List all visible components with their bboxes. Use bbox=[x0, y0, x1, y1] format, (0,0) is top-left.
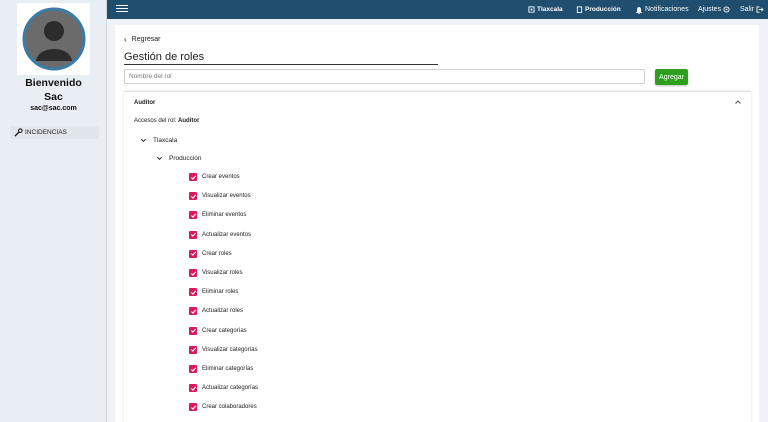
check-icon bbox=[190, 347, 196, 353]
permission-checkbox[interactable] bbox=[189, 403, 197, 412]
check-icon bbox=[190, 232, 196, 237]
tree-node-label: Tlaxcala bbox=[153, 137, 178, 144]
permission-label: Crear categorías bbox=[202, 327, 247, 334]
permission-item[interactable]: Visualizar categorías bbox=[189, 345, 258, 355]
permission-checkbox[interactable] bbox=[189, 230, 197, 239]
check-icon bbox=[190, 405, 196, 410]
role-panel: Auditor Accesos del rol: Auditor Tlaxcal… bbox=[124, 91, 751, 422]
chevron-down-icon bbox=[140, 138, 147, 143]
permission-item[interactable]: Actualizar eventos bbox=[189, 230, 251, 240]
permission-item[interactable]: Crear colaboradores bbox=[189, 402, 257, 412]
permission-item[interactable]: Actualizar roles bbox=[189, 306, 243, 316]
sidebar-item-label: INCIDENCIAS bbox=[25, 129, 67, 136]
permission-label: Eliminar roles bbox=[202, 289, 239, 296]
permission-item[interactable]: Crear categorías bbox=[189, 326, 247, 336]
user-avatar-icon bbox=[22, 7, 85, 71]
role-access-line: Accesos del rol: Auditor bbox=[134, 118, 199, 124]
permission-item[interactable]: Eliminar eventos bbox=[189, 210, 246, 220]
avatar bbox=[17, 3, 90, 75]
check-icon bbox=[190, 175, 196, 180]
role-panel-header[interactable]: Auditor bbox=[124, 92, 751, 114]
main-card: ‹ Regresar Gestión de roles Agregar Audi… bbox=[115, 25, 759, 422]
permission-label: Eliminar eventos bbox=[202, 212, 247, 219]
chevron-up-icon[interactable] bbox=[734, 98, 742, 106]
permission-checkbox[interactable] bbox=[189, 192, 197, 201]
back-link[interactable]: ‹ Regresar bbox=[124, 35, 160, 44]
logout-icon bbox=[756, 6, 764, 13]
nav-label: Salir bbox=[740, 6, 755, 13]
nav-ajustes[interactable]: Ajustes bbox=[698, 0, 732, 19]
check-icon bbox=[190, 367, 196, 372]
permission-label: Crear eventos bbox=[202, 174, 240, 180]
gear-icon bbox=[723, 6, 730, 13]
top-navbar: Tlaxcala Producción Notificaciones Ajust… bbox=[107, 0, 768, 19]
permission-item[interactable]: Eliminar roles bbox=[189, 287, 238, 297]
tree-node-label: Producción bbox=[169, 155, 202, 162]
permission-label: Actualizar roles bbox=[202, 308, 244, 315]
tree-node-tlaxcala[interactable]: Tlaxcala bbox=[140, 137, 177, 144]
permission-label: Actualizar categorías bbox=[202, 385, 259, 392]
wrench-icon bbox=[14, 128, 23, 137]
bell-icon bbox=[636, 6, 642, 14]
permission-checkbox[interactable] bbox=[189, 345, 197, 354]
permission-checkbox[interactable] bbox=[189, 173, 197, 181]
permission-item[interactable]: Actualizar categorías bbox=[189, 383, 258, 393]
permission-label: Visualizar eventos bbox=[202, 193, 251, 200]
permission-checkbox[interactable] bbox=[189, 211, 197, 220]
permission-label: Visualizar categorías bbox=[202, 346, 258, 353]
nav-tlaxcala[interactable]: Tlaxcala bbox=[528, 0, 563, 19]
add-role-button[interactable]: Agregar bbox=[655, 69, 688, 85]
permission-checkbox[interactable] bbox=[189, 326, 197, 335]
check-icon bbox=[190, 386, 196, 391]
check-icon bbox=[190, 251, 196, 257]
back-label: Regresar bbox=[131, 36, 161, 43]
tree-node-produccion[interactable]: Producción bbox=[156, 155, 202, 162]
permission-item[interactable]: Visualizar eventos bbox=[189, 191, 251, 201]
permission-item[interactable]: Visualizar roles bbox=[189, 268, 243, 278]
hamburger-menu-button[interactable] bbox=[116, 3, 128, 15]
access-prefix: Accesos del rol: bbox=[134, 118, 177, 124]
chevron-left-icon: ‹ bbox=[124, 35, 127, 44]
nav-label: Producción bbox=[585, 6, 621, 13]
building-icon bbox=[528, 6, 535, 13]
role-name-input[interactable] bbox=[124, 69, 645, 84]
sidebar-item-incidencias[interactable]: INCIDENCIAS bbox=[10, 126, 99, 139]
nav-label: Notificaciones bbox=[645, 6, 689, 13]
check-icon bbox=[190, 271, 196, 276]
permission-label: Visualizar roles bbox=[202, 270, 243, 276]
page-title: Gestión de roles bbox=[124, 51, 205, 63]
nav-produccion[interactable]: Producción bbox=[576, 0, 621, 19]
permission-label: Crear colaboradores bbox=[202, 404, 257, 411]
permission-item[interactable]: Crear roles bbox=[189, 249, 232, 259]
permission-checkbox[interactable] bbox=[189, 307, 197, 316]
nav-notificaciones[interactable]: Notificaciones bbox=[635, 0, 689, 19]
permission-label: Eliminar categorías bbox=[202, 366, 254, 372]
permission-checkbox[interactable] bbox=[189, 249, 197, 258]
nav-label: Ajustes bbox=[698, 6, 721, 13]
nav-label: Tlaxcala bbox=[537, 6, 563, 13]
permission-checkbox[interactable] bbox=[189, 269, 197, 277]
permission-checkbox[interactable] bbox=[189, 365, 197, 373]
permission-label: Actualizar eventos bbox=[202, 231, 252, 238]
user-email: sac@sac.com bbox=[30, 105, 77, 112]
nav-salir[interactable]: Salir bbox=[740, 0, 766, 19]
chevron-down-icon bbox=[156, 156, 163, 161]
access-role: Auditor bbox=[178, 118, 200, 124]
permission-item[interactable]: Eliminar categorías bbox=[189, 364, 253, 374]
check-icon bbox=[190, 290, 196, 295]
welcome-text: Bienvenido bbox=[25, 77, 82, 89]
check-icon bbox=[190, 309, 196, 314]
role-panel-title: Auditor bbox=[134, 100, 156, 106]
check-icon bbox=[190, 213, 196, 218]
title-underline bbox=[124, 64, 438, 65]
clipboard-icon bbox=[576, 6, 583, 13]
user-name: Sac bbox=[44, 91, 63, 103]
permission-checkbox[interactable] bbox=[189, 288, 197, 297]
permission-label: Crear roles bbox=[202, 250, 232, 257]
check-icon bbox=[190, 328, 196, 333]
check-icon bbox=[190, 194, 196, 199]
permission-checkbox[interactable] bbox=[189, 384, 197, 393]
sidebar: Bienvenido Sac sac@sac.com INCIDENCIAS bbox=[0, 0, 107, 422]
permission-item[interactable]: Crear eventos bbox=[189, 172, 240, 182]
